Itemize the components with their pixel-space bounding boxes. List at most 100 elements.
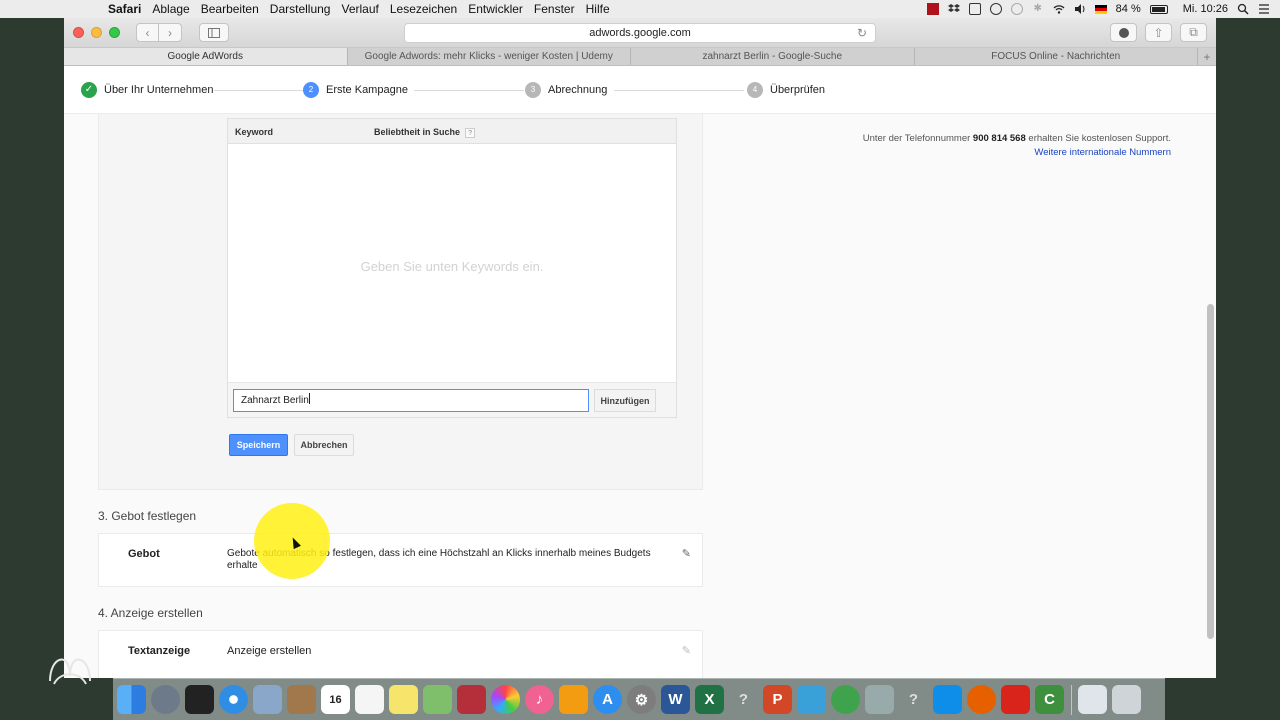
word-icon[interactable]: W [661, 685, 690, 714]
unknown-app-icon[interactable]: ? [899, 685, 928, 714]
step-billing[interactable]: 3 Abrechnung [525, 81, 607, 98]
menu-entwickler[interactable]: Entwickler [468, 2, 523, 16]
keyword-input[interactable]: Zahnarzt Berlin [233, 389, 589, 412]
keyword-table: Keyword Beliebtheit in Suche? Geben Sie … [227, 118, 677, 418]
zoom-window-button[interactable] [109, 27, 120, 38]
add-keyword-button[interactable]: Hinzufügen [594, 389, 656, 412]
system-preferences-icon[interactable]: ⚙ [627, 685, 656, 714]
back-button[interactable]: ‹ [136, 23, 159, 42]
tab-google-search[interactable]: zahnarzt Berlin - Google-Suche [631, 48, 915, 65]
unknown-app-icon[interactable]: ? [729, 685, 758, 714]
battery-percent[interactable]: 84 % [1116, 3, 1141, 15]
sidebar-toggle-button[interactable] [199, 23, 229, 42]
step-review[interactable]: 4 Überprüfen [747, 81, 826, 98]
forward-button[interactable]: › [159, 23, 182, 42]
progress-steps: ✓ Über Ihr Unternehmen 2 Erste Kampagne … [64, 66, 1216, 114]
bluetooth-icon[interactable]: ✱ [1032, 3, 1044, 15]
menu-app-safari[interactable]: Safari [108, 2, 141, 16]
new-tab-button[interactable]: + [1198, 48, 1216, 65]
menu-bar: Safari Ablage Bearbeiten Darstellung Ver… [0, 0, 1280, 18]
close-window-button[interactable] [73, 27, 84, 38]
reminders-icon[interactable] [355, 685, 384, 714]
menu-ablage[interactable]: Ablage [152, 2, 189, 16]
menu-verlauf[interactable]: Verlauf [341, 2, 378, 16]
launchpad-icon[interactable] [151, 685, 180, 714]
spotlight-icon[interactable] [1237, 3, 1249, 15]
support-line: Unter der Telefonnummer 900 814 568 erha… [863, 132, 1171, 146]
lync-icon[interactable] [797, 685, 826, 714]
cancel-button[interactable]: Abbrechen [294, 434, 354, 456]
main-scroll-area: Keyword Beliebtheit in Suche? Geben Sie … [64, 114, 1216, 678]
volume-icon[interactable] [1074, 3, 1086, 15]
finder-icon[interactable] [117, 685, 146, 714]
music-icon[interactable]: ♪ [525, 685, 554, 714]
notes-icon[interactable] [389, 685, 418, 714]
save-button[interactable]: Speichern [229, 434, 288, 456]
address-bar[interactable]: adwords.google.com ↻ [404, 23, 876, 43]
sidebar-icon [208, 27, 220, 38]
utilities-icon[interactable] [865, 685, 894, 714]
edit-pencil-icon[interactable]: ✎ [682, 644, 691, 657]
chevron-left-icon: ‹ [145, 25, 150, 40]
share-button[interactable]: ⇧ [1145, 23, 1172, 42]
step-first-campaign[interactable]: 2 Erste Kampagne [303, 81, 408, 98]
menu-fenster[interactable]: Fenster [534, 2, 575, 16]
scrollbar[interactable] [1207, 304, 1214, 639]
sync-icon[interactable] [989, 3, 1002, 15]
preview-icon[interactable] [253, 685, 282, 714]
bid-section: Gebot Gebote automatisch so festlegen, d… [98, 533, 703, 587]
teamviewer-icon[interactable] [933, 685, 962, 714]
ibooks-icon[interactable] [559, 685, 588, 714]
trash-icon[interactable] [1112, 685, 1141, 714]
maps-icon[interactable] [423, 685, 452, 714]
menu-bearbeiten[interactable]: Bearbeiten [201, 2, 259, 16]
contacts-icon[interactable] [287, 685, 316, 714]
time-machine-icon[interactable] [1010, 3, 1023, 15]
edit-pencil-icon[interactable]: ✎ [682, 547, 691, 560]
url-text: adwords.google.com [589, 27, 691, 39]
clock[interactable]: Mi. 10:26 [1183, 3, 1228, 15]
mission-control-icon[interactable] [185, 685, 214, 714]
german-flag-icon[interactable] [1094, 4, 1107, 14]
safari-icon[interactable] [219, 685, 248, 714]
step-label: Überprüfen [770, 83, 826, 96]
recording-icon[interactable] [926, 3, 939, 15]
wifi-icon[interactable] [1053, 3, 1065, 15]
menu-hilfe[interactable]: Hilfe [586, 2, 610, 16]
photo-booth-icon[interactable] [457, 685, 486, 714]
calendar-icon[interactable]: 16 [321, 685, 350, 714]
help-icon[interactable]: ? [465, 128, 476, 138]
excel-icon[interactable]: X [695, 685, 724, 714]
photos-icon[interactable] [491, 685, 520, 714]
acrobat-icon[interactable] [1001, 685, 1030, 714]
support-phone-number: 900 814 568 [972, 133, 1026, 144]
downloads-stack-icon[interactable] [1078, 685, 1107, 714]
keyword-input-row: Zahnarzt Berlin Hinzufügen [227, 382, 677, 418]
firefox-icon[interactable] [967, 685, 996, 714]
battery-icon[interactable] [1149, 4, 1168, 14]
browser-globe-icon[interactable] [831, 685, 860, 714]
tabs-overview-button[interactable]: ⧉ [1180, 23, 1207, 42]
reload-icon[interactable]: ↻ [857, 26, 867, 40]
menu-lesezeichen[interactable]: Lesezeichen [390, 2, 457, 16]
tabs-icon: ⧉ [1189, 25, 1198, 39]
powerpoint-icon[interactable]: P [763, 685, 792, 714]
notification-center-icon[interactable] [1258, 3, 1270, 15]
bid-label: Gebot [128, 548, 160, 560]
minimize-window-button[interactable] [91, 27, 102, 38]
app-store-icon[interactable]: A [593, 685, 622, 714]
tab-google-adwords[interactable]: Google AdWords [64, 48, 348, 65]
menu-darstellung[interactable]: Darstellung [270, 2, 331, 16]
watermark-logo-icon [49, 658, 91, 685]
chevron-right-icon: › [168, 25, 172, 40]
international-numbers-link[interactable]: Weitere internationale Nummern [863, 146, 1171, 160]
downloads-button[interactable] [1110, 23, 1137, 42]
dropbox-icon[interactable] [947, 3, 960, 15]
step-about-business[interactable]: ✓ Über Ihr Unternehmen [81, 81, 213, 98]
create-ad-link[interactable]: Anzeige erstellen [227, 645, 311, 657]
camtasia-icon[interactable]: C [1035, 685, 1064, 714]
text-ad-label: Textanzeige [128, 645, 191, 657]
skype-icon[interactable] [968, 3, 981, 15]
tab-udemy[interactable]: Google Adwords: mehr Klicks - weniger Ko… [348, 48, 631, 65]
tab-focus-online[interactable]: FOCUS Online - Nachrichten [915, 48, 1198, 65]
